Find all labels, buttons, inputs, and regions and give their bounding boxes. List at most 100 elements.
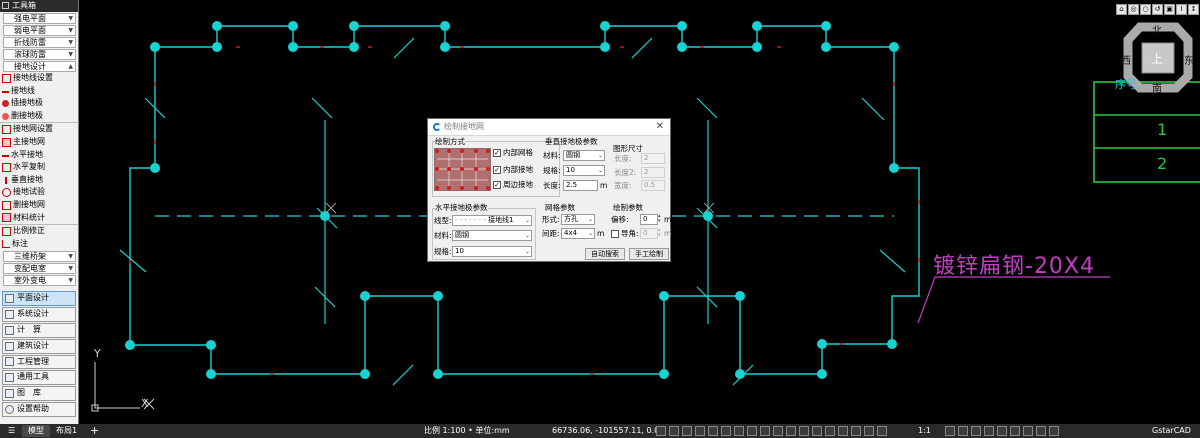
tool-ground-test[interactable]: 接地试验: [0, 186, 78, 199]
module-architecture-design[interactable]: 建筑设计: [2, 338, 76, 354]
module-library[interactable]: 图 库: [2, 386, 76, 401]
ortho-toggle-icon[interactable]: [682, 426, 692, 436]
menu-icon[interactable]: ☰: [2, 425, 21, 437]
category-substation-room[interactable]: 变配电室 ▼: [3, 263, 76, 275]
form-select[interactable]: 方孔 ⌄: [561, 214, 595, 225]
v-spec-select[interactable]: 10 ⌄: [563, 165, 605, 176]
workspace-icon[interactable]: [945, 426, 955, 436]
isolate-icon[interactable]: [825, 426, 835, 436]
len2-input[interactable]: 2: [641, 167, 665, 178]
ducs-toggle-icon[interactable]: [734, 426, 744, 436]
tab-model[interactable]: 模型: [22, 425, 50, 437]
compass-north[interactable]: 北: [1152, 22, 1162, 37]
scale-readout[interactable]: 比例 1:100 • 单位:mm: [424, 424, 510, 438]
tool-ground-grid-setting[interactable]: 接地网设置: [0, 122, 78, 136]
3d-osnap-icon[interactable]: [799, 426, 809, 436]
dialog-titlebar[interactable]: 绘制接地网 ✕: [428, 119, 670, 136]
v-length-input[interactable]: 2.5: [563, 180, 598, 191]
fillet-checkbox[interactable]: [611, 230, 619, 238]
category-weak-power[interactable]: 弱电平面 ▼: [3, 25, 76, 36]
hardware-accel-icon[interactable]: [971, 426, 981, 436]
gizmo-icon[interactable]: [851, 426, 861, 436]
tool-horizontal-copy[interactable]: 水平复制: [0, 161, 78, 174]
inner-ground-checkbox[interactable]: ✓: [493, 166, 501, 174]
module-system-design[interactable]: 系统设计: [2, 307, 76, 322]
category-polyline-lightning[interactable]: 折线防雷 ▼: [3, 37, 76, 48]
h-spec-select[interactable]: 10 ⌄: [452, 246, 532, 257]
auto-search-button[interactable]: 自动搜索: [585, 248, 625, 260]
module-general-tools[interactable]: 通用工具: [2, 370, 76, 386]
tool-material-stats[interactable]: 材料统计: [0, 212, 78, 225]
tool-ground-line-setting[interactable]: 接地线设置: [0, 72, 78, 85]
osnap-toggle-icon[interactable]: [708, 426, 718, 436]
offset-input[interactable]: 0: [640, 214, 658, 225]
add-layout-icon[interactable]: +: [84, 425, 105, 437]
spacing-select[interactable]: 4x4 ⌄: [561, 228, 595, 239]
category-rolling-ball[interactable]: 滚球防雷 ▼: [3, 49, 76, 60]
category-outdoor-substation[interactable]: 室外变电 ▼: [3, 275, 76, 287]
orbit-icon[interactable]: ◎: [1128, 4, 1139, 15]
customize-icon[interactable]: [1049, 426, 1059, 436]
layout-icon[interactable]: [997, 426, 1007, 436]
rotate-icon[interactable]: ↺: [1152, 4, 1163, 15]
grid-toggle-icon[interactable]: [656, 426, 666, 436]
otrack-toggle-icon[interactable]: [721, 426, 731, 436]
module-settings-help[interactable]: 设置帮助: [2, 401, 76, 417]
module-calculation[interactable]: 计 算: [2, 322, 76, 338]
polar-toggle-icon[interactable]: [695, 426, 705, 436]
lineweight-toggle-icon[interactable]: [760, 426, 770, 436]
home-icon[interactable]: ⌂: [1116, 4, 1127, 15]
circle-icon[interactable]: ○: [1140, 4, 1151, 15]
module-project-management[interactable]: 工程管理: [2, 354, 76, 370]
selection-cycle-icon[interactable]: [786, 426, 796, 436]
tool-main-ground-grid[interactable]: 主接地网: [0, 136, 78, 149]
annotation-monitor-icon[interactable]: [812, 426, 822, 436]
tool-vertical-ground[interactable]: 垂直接地: [0, 174, 78, 187]
compass-south[interactable]: 南: [1152, 80, 1162, 95]
lock-icon[interactable]: [958, 426, 968, 436]
clean-screen-icon[interactable]: [984, 426, 994, 436]
tool-scale-correct[interactable]: 比例修正: [0, 224, 78, 238]
units-icon[interactable]: [1023, 426, 1033, 436]
window-icon[interactable]: ▣: [1164, 4, 1175, 15]
transparency-toggle-icon[interactable]: [773, 426, 783, 436]
compass-top-face[interactable]: 上: [1151, 50, 1163, 67]
inner-grid-checkbox[interactable]: ✓: [493, 149, 501, 157]
h-linetype-select[interactable]: - - - · - - - 接地线1 ⌄: [452, 215, 532, 226]
category-3d-tray[interactable]: 三维桥架 ▼: [3, 251, 76, 263]
tool-delete-grid[interactable]: 删接地网: [0, 199, 78, 212]
v-material-select[interactable]: 圆钢 ⌄: [563, 150, 605, 161]
tool-ground-line[interactable]: 接地线: [0, 85, 78, 98]
info-icon[interactable]: I: [1176, 4, 1187, 15]
category-grounding-design[interactable]: 接地设计 ▲: [3, 61, 76, 72]
tool-insert-electrode[interactable]: 插接地极: [0, 97, 78, 110]
tool-delete-electrode[interactable]: 删接地极: [0, 110, 78, 123]
h-material-select[interactable]: 圆钢 ⌄: [452, 230, 532, 241]
pin-icon[interactable]: [2, 2, 9, 9]
width-input[interactable]: 0.5: [641, 180, 665, 191]
grid-group-label: 网格参数: [545, 203, 575, 212]
filter-icon[interactable]: [838, 426, 848, 436]
annotation-visibility-icon[interactable]: [864, 426, 874, 436]
dyn-toggle-icon[interactable]: [747, 426, 757, 436]
compass-east[interactable]: 东: [1184, 52, 1194, 67]
updown-icon[interactable]: ↕: [1188, 4, 1199, 15]
tool-horizontal-ground[interactable]: 水平接地: [0, 149, 78, 162]
tool-label[interactable]: 标注: [0, 238, 78, 251]
len-input[interactable]: 2: [641, 153, 665, 164]
manual-draw-button[interactable]: 手工绘制: [629, 248, 669, 260]
tab-layout1[interactable]: 布局1: [50, 425, 83, 437]
perimeter-ground-checkbox[interactable]: ✓: [493, 181, 501, 189]
auto-scale-icon[interactable]: [877, 426, 887, 436]
quick-props-icon[interactable]: [1036, 426, 1046, 436]
compass-west[interactable]: 西: [1121, 52, 1131, 67]
v-material-label: 材料:: [543, 151, 561, 160]
snap-toggle-icon[interactable]: [669, 426, 679, 436]
annotation-scale[interactable]: 1:1: [918, 424, 931, 438]
properties-icon[interactable]: [1010, 426, 1020, 436]
module-plan-design[interactable]: 平面设计: [2, 291, 76, 307]
close-icon[interactable]: ✕: [656, 119, 664, 135]
fillet-input[interactable]: 0: [640, 228, 658, 239]
spinner-icon[interactable]: ▴ ▾: [658, 214, 663, 225]
category-strong-power[interactable]: 强电平面 ▼: [3, 13, 76, 24]
